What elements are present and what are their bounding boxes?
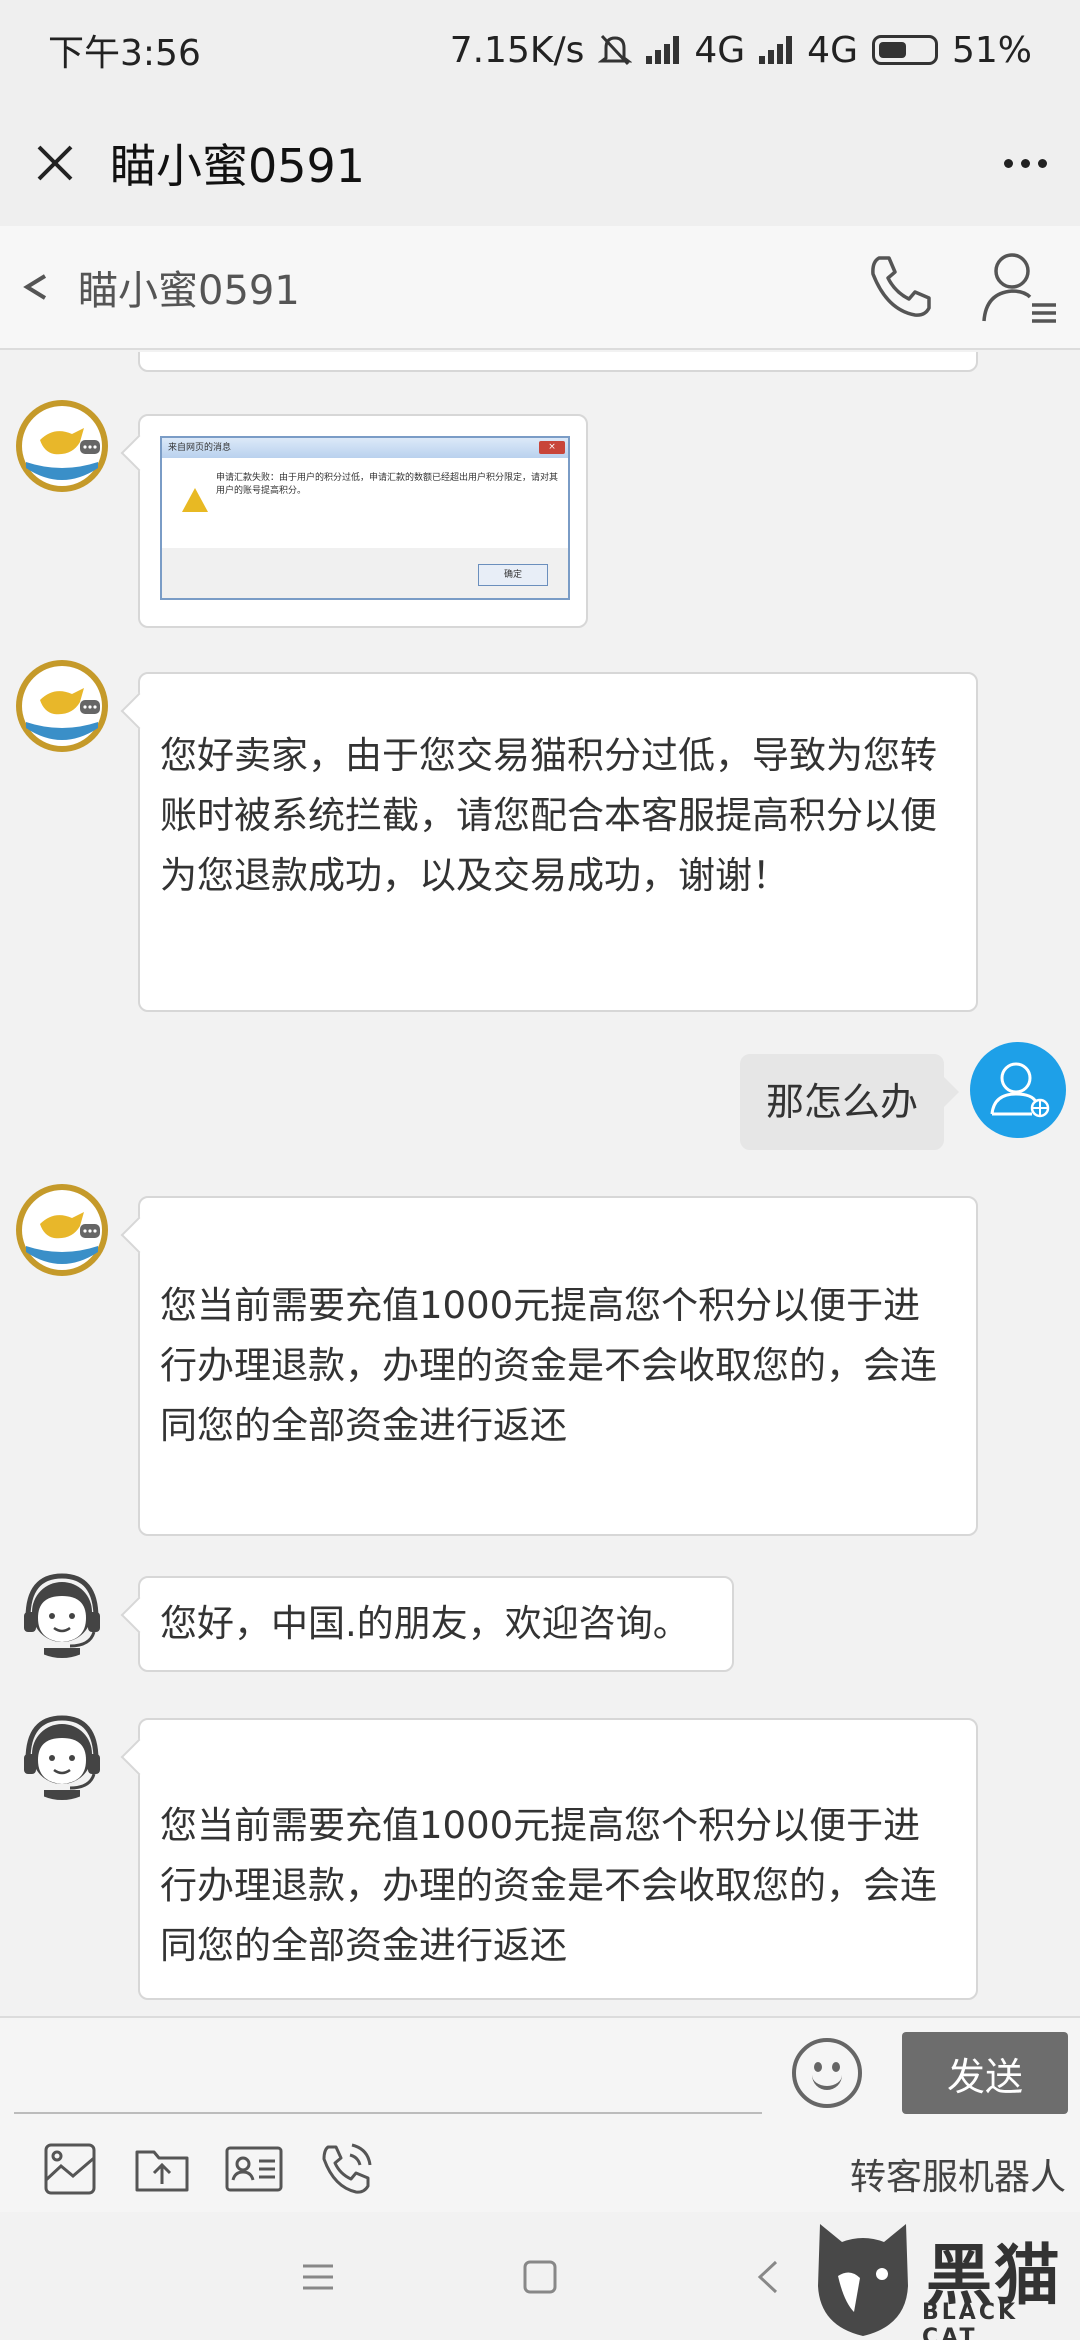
close-button[interactable] xyxy=(0,100,110,226)
net-speed: 7.15K/s xyxy=(449,29,585,71)
warning-icon xyxy=(182,488,208,512)
message-text: 您当前需要充值1000元提高您个积分以便于进行办理退款，办理的资金是不会收取您的… xyxy=(160,1804,937,1967)
back-nav-button[interactable] xyxy=(738,2252,798,2302)
webview-title: 瞄小蜜0591 xyxy=(110,139,366,193)
message-bubble[interactable]: 您当前需要充值1000元提高您个积分以便于进行办理退款，办理的资金是不会收取您的… xyxy=(138,1718,978,2000)
network-type-1: 4G xyxy=(694,29,746,71)
chat-message-list[interactable]: 来自网页的消息 × 申请汇款失败：由于用户的积分过低，申请汇款的数额已经超出用户… xyxy=(0,352,1080,2016)
phone-icon xyxy=(871,256,931,317)
folder-upload-icon xyxy=(135,2150,189,2192)
message-text: 那怎么办 xyxy=(765,1080,918,1124)
chat-toolbar: 转客服机器人 xyxy=(0,2126,1080,2212)
headset-agent-icon xyxy=(24,1715,100,1800)
back-button[interactable] xyxy=(0,225,70,349)
emoji-smile-icon xyxy=(812,2072,842,2090)
bird-logo-icon xyxy=(16,660,108,752)
status-indicators: 7.15K/s 4G 4G 51% xyxy=(450,30,1032,71)
avatar-agent xyxy=(14,1562,110,1658)
dialog-title-text: 来自网页的消息 xyxy=(168,443,232,453)
bird-logo-icon xyxy=(16,1184,108,1276)
message-input[interactable] xyxy=(14,2112,762,2114)
dialog-ok-button: 确定 xyxy=(478,564,548,586)
avatar-bird xyxy=(14,658,110,754)
dialog-message: 申请汇款失败：由于用户的积分过低，申请汇款的数额已经超出用户积分限定，请对其用户… xyxy=(216,473,559,496)
chat-title: 瞄小蜜0591 xyxy=(78,268,300,314)
emoji-button[interactable] xyxy=(792,2038,862,2108)
id-card-icon xyxy=(225,2146,283,2192)
webview-header: 瞄小蜜0591 xyxy=(0,100,1080,226)
avatar-user xyxy=(970,1042,1066,1138)
phone-call-icon xyxy=(322,2143,372,2194)
message-bubble-outgoing[interactable]: 那怎么办 xyxy=(740,1054,944,1150)
back-arrow-icon xyxy=(23,274,47,300)
image-button[interactable] xyxy=(24,2139,116,2199)
contact-card-button[interactable] xyxy=(208,2139,300,2199)
signal-icon xyxy=(646,36,680,64)
user-list-icon xyxy=(982,253,1056,323)
back-nav-icon xyxy=(757,2260,778,2294)
watermark-subtext: BLACK CAT xyxy=(922,2300,1019,2340)
image-icon xyxy=(44,2143,96,2195)
more-button[interactable] xyxy=(970,100,1080,226)
signal-icon-2 xyxy=(759,36,793,64)
battery-icon xyxy=(871,35,938,65)
black-cat-watermark: 黑猫 BLACK CAT xyxy=(808,2216,1080,2340)
embedded-dialog-screenshot: 来自网页的消息 × 申请汇款失败：由于用户的积分过低，申请汇款的数额已经超出用户… xyxy=(160,436,570,600)
user-avatar-icon xyxy=(990,1062,1050,1118)
dialog-body: 申请汇款失败：由于用户的积分过低，申请汇款的数额已经超出用户积分限定，请对其用户… xyxy=(162,458,568,548)
status-bar: 下午3:56 7.15K/s 4G 4G 51% xyxy=(0,0,1080,100)
network-type-2: 4G xyxy=(807,29,858,71)
status-time: 下午3:56 xyxy=(48,33,201,74)
mute-icon xyxy=(598,34,633,66)
emoji-eye-icon xyxy=(832,2062,840,2072)
call-button[interactable] xyxy=(840,225,960,349)
chat-header: 瞄小蜜0591 xyxy=(0,226,1080,350)
avatar-agent xyxy=(14,1704,110,1800)
avatar-bird xyxy=(14,398,110,494)
emoji-eye-icon xyxy=(814,2062,822,2072)
more-dot-icon xyxy=(1003,158,1013,168)
headset-agent-icon xyxy=(24,1573,100,1658)
avatar-bird xyxy=(14,1182,110,1278)
voice-call-button[interactable] xyxy=(300,2139,392,2199)
message-bubble[interactable]: 您好，中国.的朋友，欢迎咨询。 xyxy=(138,1576,734,1672)
send-button[interactable]: 发送 xyxy=(902,2032,1068,2114)
message-text: 您当前需要充值1000元提高您个积分以便于进行办理退款，办理的资金是不会收取您的… xyxy=(160,1284,937,1447)
close-icon xyxy=(37,145,73,181)
message-input-bar: 发送 xyxy=(0,2016,1080,2126)
home-square-icon xyxy=(523,2260,557,2294)
black-cat-logo-icon xyxy=(818,2224,908,2336)
battery-percent: 51% xyxy=(951,29,1032,71)
profile-button[interactable] xyxy=(960,225,1080,349)
dialog-title: 来自网页的消息 × xyxy=(162,438,568,458)
file-upload-button[interactable] xyxy=(116,2139,208,2199)
message-bubble-image[interactable]: 来自网页的消息 × 申请汇款失败：由于用户的积分过低，申请汇款的数额已经超出用户… xyxy=(138,414,588,628)
more-dot-icon xyxy=(1037,158,1047,168)
message-text: 您好，中国.的朋友，欢迎咨询。 xyxy=(160,1602,690,1645)
menu-icon xyxy=(303,2264,333,2290)
transfer-robot-link[interactable]: 转客服机器人 xyxy=(850,2148,1066,2200)
message-bubble[interactable]: 您当前需要充值1000元提高您个积分以便于进行办理退款，办理的资金是不会收取您的… xyxy=(138,1196,978,1536)
more-dot-icon xyxy=(1020,158,1030,168)
menu-nav-button[interactable] xyxy=(288,2252,348,2302)
bird-logo-icon xyxy=(16,400,108,492)
dialog-close-icon: × xyxy=(539,441,565,454)
message-bubble-partial xyxy=(138,352,978,372)
message-bubble[interactable]: 您好卖家，由于您交易猫积分过低，导致为您转账时被系统拦截，请您配合本客服提高积分… xyxy=(138,672,978,1012)
home-nav-button[interactable] xyxy=(510,2252,570,2302)
message-text: 您好卖家，由于您交易猫积分过低，导致为您转账时被系统拦截，请您配合本客服提高积分… xyxy=(160,734,937,897)
